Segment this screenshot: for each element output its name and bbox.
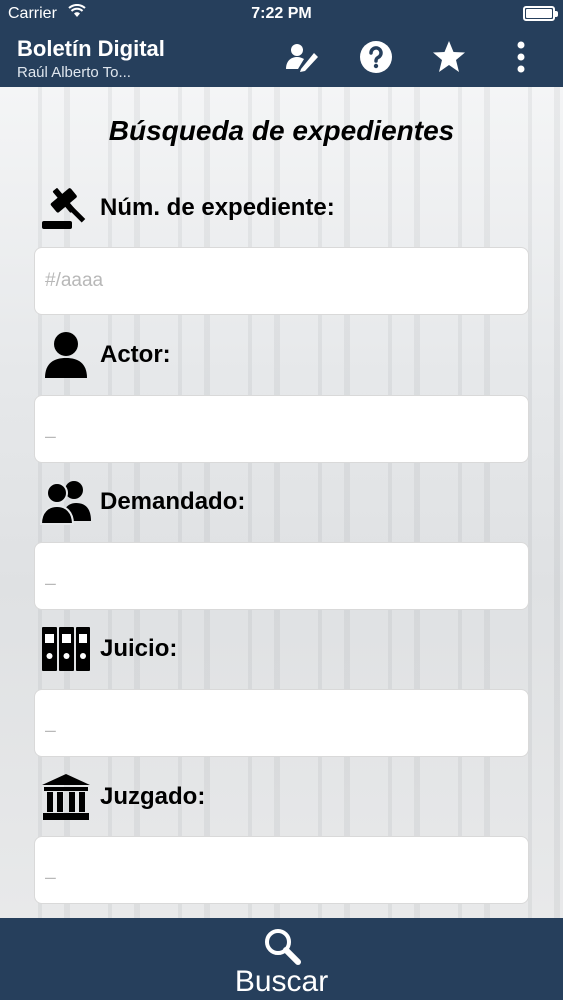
demandado-input[interactable] bbox=[34, 542, 529, 610]
app-title: Boletín Digital bbox=[17, 36, 165, 61]
courthouse-icon bbox=[40, 772, 92, 822]
star-icon[interactable] bbox=[430, 38, 468, 76]
field-label-expediente: Núm. de expediente: bbox=[40, 183, 335, 233]
expediente-number-input[interactable] bbox=[34, 247, 529, 315]
search-button-label: Buscar bbox=[234, 965, 329, 998]
search-form: Búsqueda de expedientes Núm. de expedien… bbox=[0, 87, 563, 918]
status-time: 7:22 PM bbox=[251, 5, 312, 22]
search-icon bbox=[262, 926, 302, 966]
juzgado-input[interactable] bbox=[34, 836, 529, 904]
actor-input[interactable] bbox=[34, 395, 529, 463]
field-label-juicio: Juicio: bbox=[40, 624, 177, 674]
field-label-demandado: Demandado: bbox=[40, 477, 245, 527]
field-label-juzgado: Juzgado: bbox=[40, 772, 205, 822]
search-button[interactable]: Buscar bbox=[0, 918, 563, 1000]
juicio-input[interactable] bbox=[34, 689, 529, 757]
field-label-text: Demandado: bbox=[100, 488, 246, 515]
group-icon bbox=[40, 477, 92, 527]
user-name: Raúl Alberto To... bbox=[17, 64, 131, 81]
field-label-text: Juzgado: bbox=[100, 783, 206, 810]
help-icon[interactable] bbox=[357, 38, 395, 76]
gavel-icon bbox=[40, 183, 92, 233]
person-icon bbox=[40, 330, 92, 380]
field-label-text: Núm. de expediente: bbox=[100, 194, 335, 221]
binders-icon bbox=[40, 624, 92, 674]
battery-icon bbox=[523, 6, 558, 21]
more-icon[interactable] bbox=[502, 38, 540, 76]
edit-icon[interactable] bbox=[283, 38, 321, 76]
field-label-text: Juicio: bbox=[100, 635, 178, 662]
field-label-text: Actor: bbox=[100, 341, 171, 368]
page-title: Búsqueda de expedientes bbox=[108, 115, 455, 146]
status-bar: Carrier 7:22 PM bbox=[0, 0, 563, 30]
field-label-actor: Actor: bbox=[40, 330, 171, 380]
top-bar: Carrier 7:22 PM Boletín Digital Raúl Alb… bbox=[0, 0, 563, 87]
